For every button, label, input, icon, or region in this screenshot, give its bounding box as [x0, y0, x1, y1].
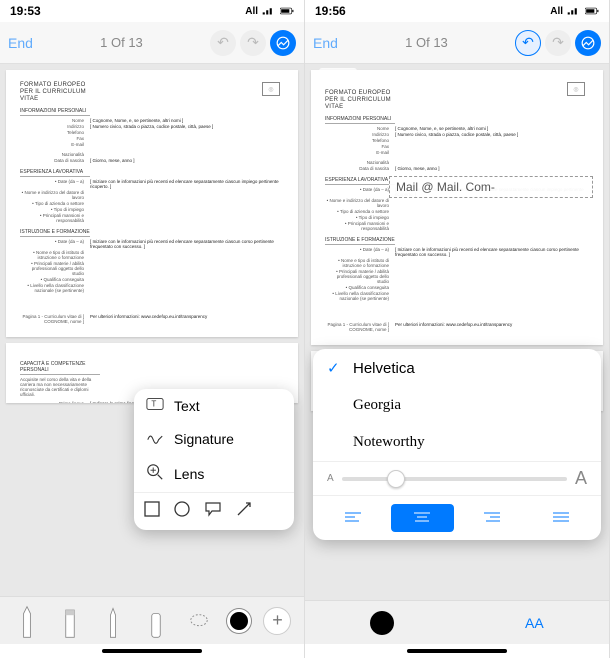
pencil-tool[interactable] [98, 603, 128, 639]
size-small-icon: A [327, 473, 334, 484]
text-style-button[interactable]: AA [525, 615, 544, 631]
text-color-button[interactable] [370, 611, 394, 635]
photo-placeholder: ◎ [262, 82, 280, 96]
font-option-georgia[interactable]: Georgia [313, 387, 601, 424]
markup-toolbar: + [0, 596, 304, 644]
page-indicator: 1 Of 13 [405, 35, 448, 50]
status-time: 19:56 [315, 4, 346, 18]
eraser-tool[interactable] [141, 603, 171, 639]
status-icons: All [245, 6, 294, 17]
home-indicator[interactable] [305, 644, 609, 658]
page-indicator: 1 Of 13 [100, 35, 143, 50]
svg-text:T: T [151, 400, 156, 409]
font-option-helvetica[interactable]: ✓ Helvetica [313, 349, 601, 387]
align-justify-button[interactable] [530, 504, 594, 532]
size-large-icon: A [575, 468, 587, 489]
pen-tool[interactable] [12, 603, 42, 639]
shape-speech-bubble[interactable] [204, 501, 222, 522]
undo-button[interactable]: ↶ [515, 30, 541, 56]
align-right-button[interactable] [460, 504, 524, 532]
redo-button[interactable]: ↷ [545, 30, 571, 56]
document-page-1[interactable]: ◎ Formato europeo per il curriculum vita… [311, 70, 603, 345]
status-icons: All [550, 6, 599, 17]
shape-circle[interactable] [174, 501, 190, 522]
signature-icon [146, 430, 164, 447]
back-button[interactable]: End [313, 35, 338, 51]
highlighter-tool[interactable] [55, 603, 85, 639]
markup-button[interactable] [270, 30, 296, 56]
shape-arrow[interactable] [236, 501, 254, 522]
align-left-button[interactable] [321, 504, 385, 532]
home-indicator[interactable] [0, 644, 304, 658]
magnifier-icon [146, 463, 164, 484]
checkmark-icon: ✓ [327, 359, 341, 377]
add-signature-option[interactable]: Signature [134, 422, 294, 455]
undo-button[interactable]: ↶ [210, 30, 236, 56]
text-annotation[interactable]: Mail @ Mail. Com- [389, 176, 593, 198]
photo-placeholder: ◎ [567, 82, 585, 96]
add-text-option[interactable]: T Text [134, 389, 294, 422]
text-box-icon: T [146, 397, 164, 414]
text-toolbar: AA [305, 600, 609, 644]
status-time: 19:53 [10, 4, 41, 18]
align-center-button[interactable] [391, 504, 455, 532]
color-picker[interactable] [227, 609, 251, 633]
font-option-noteworthy[interactable]: Noteworthy [313, 424, 601, 461]
add-button[interactable]: + [263, 607, 291, 635]
add-magnifier-option[interactable]: Lens [134, 455, 294, 492]
lasso-tool[interactable] [184, 603, 214, 639]
back-button[interactable]: End [8, 35, 33, 51]
markup-button[interactable] [575, 30, 601, 56]
document-page-1[interactable]: ◎ Formato europeo per il curriculum vita… [6, 70, 298, 337]
text-style-popover: ✓ Helvetica Georgia Noteworthy A A [313, 349, 601, 540]
font-size-slider[interactable] [342, 477, 567, 481]
add-annotation-popover: T Text Signature Lens [134, 389, 294, 530]
redo-button[interactable]: ↷ [240, 30, 266, 56]
shape-square[interactable] [144, 501, 160, 522]
